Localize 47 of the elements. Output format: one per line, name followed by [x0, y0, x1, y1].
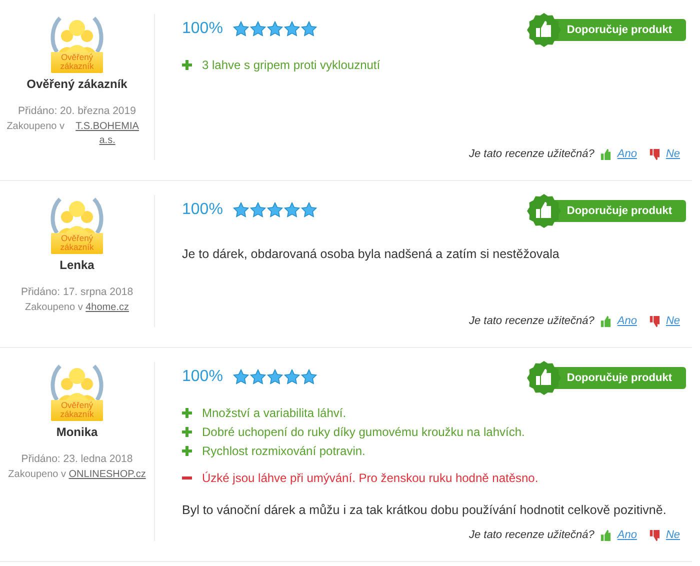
verified-badge-label: Ověřený zákazník: [51, 52, 103, 73]
shop-link[interactable]: ONLINESHOP.cz: [68, 468, 146, 482]
helpful-question: Je tato recenze užitečná?: [469, 315, 594, 327]
thumbs-up-seal-icon: [526, 194, 561, 228]
plus-icon: [182, 408, 192, 418]
purchased-at-text: Zakoupeno v ONLINESHOP.cz: [7, 468, 147, 482]
thumbs-down-icon: [648, 316, 660, 326]
verified-badge-label: Ověřený zákazník: [51, 400, 103, 421]
purchased-at-text: Zakoupeno v T.S.BOHEMIA a.s.: [4, 120, 150, 148]
no-link[interactable]: Ne: [666, 148, 680, 160]
review-text: Je to dárek, obdarovaná osoba byla nadšená a zatím si nestěžovala: [182, 247, 560, 261]
pro-point: Množství a variabilita láhví.: [202, 406, 346, 420]
thumbs-up-icon: [600, 148, 612, 160]
added-date: Přidáno: 17. srpna 2018: [20, 286, 134, 298]
no-link[interactable]: Ne: [666, 529, 680, 541]
thumbs-up-icon: [600, 316, 612, 326]
reviewer-name: Lenka: [60, 258, 94, 272]
thumbs-down-icon: [648, 530, 660, 540]
rating-percent: 100%: [182, 201, 223, 219]
thumbs-down-icon: [648, 148, 660, 160]
thumbs-up-seal-icon: [526, 13, 561, 47]
rating-percent: 100%: [182, 20, 223, 38]
plus-icon: [182, 427, 192, 437]
yes-link[interactable]: Ano: [617, 315, 637, 327]
shop-link[interactable]: 4home.cz: [86, 301, 129, 315]
plus-icon: [182, 60, 192, 70]
review-text: Byl to vánoční dárek a můžu i za tak krátkou dobu používání hodnotit celkově pozitivně.: [182, 503, 668, 517]
pro-point: Dobré uchopení do ruky díky gumovému kroužku na lahvích.: [202, 425, 525, 439]
purchased-at-text: Zakoupeno v 4home.cz: [24, 301, 130, 315]
verified-badge-label: Ověřený zákazník: [51, 233, 103, 254]
con-point: Úzké jsou láhve při umývání. Pro ženskou ruku hodně natěsno.: [202, 471, 538, 485]
added-date: Přidáno: 20. března 2019: [18, 105, 136, 117]
helpful-question: Je tato recenze užitečná?: [469, 529, 594, 541]
thumbs-up-seal-icon: [526, 361, 561, 395]
reviewer-name: Ověřený zákazník: [26, 77, 128, 91]
helpful-question: Je tato recenze užitečná?: [469, 148, 594, 160]
rating-percent: 100%: [182, 368, 223, 386]
yes-link[interactable]: Ano: [617, 148, 637, 160]
thumbs-up-icon: [600, 530, 612, 540]
pro-point: 3 lahve s gripem proti vyklouznutí: [202, 58, 380, 72]
no-link[interactable]: Ne: [666, 315, 680, 327]
pro-point: Rychlost rozmixování potravin.: [202, 444, 366, 458]
added-date: Přidáno: 23. ledna 2018: [21, 453, 133, 465]
shop-link[interactable]: T.S.BOHEMIA a.s.: [67, 120, 148, 148]
plus-icon: [182, 446, 192, 456]
reviewer-name: Monika: [56, 425, 98, 439]
yes-link[interactable]: Ano: [617, 529, 637, 541]
